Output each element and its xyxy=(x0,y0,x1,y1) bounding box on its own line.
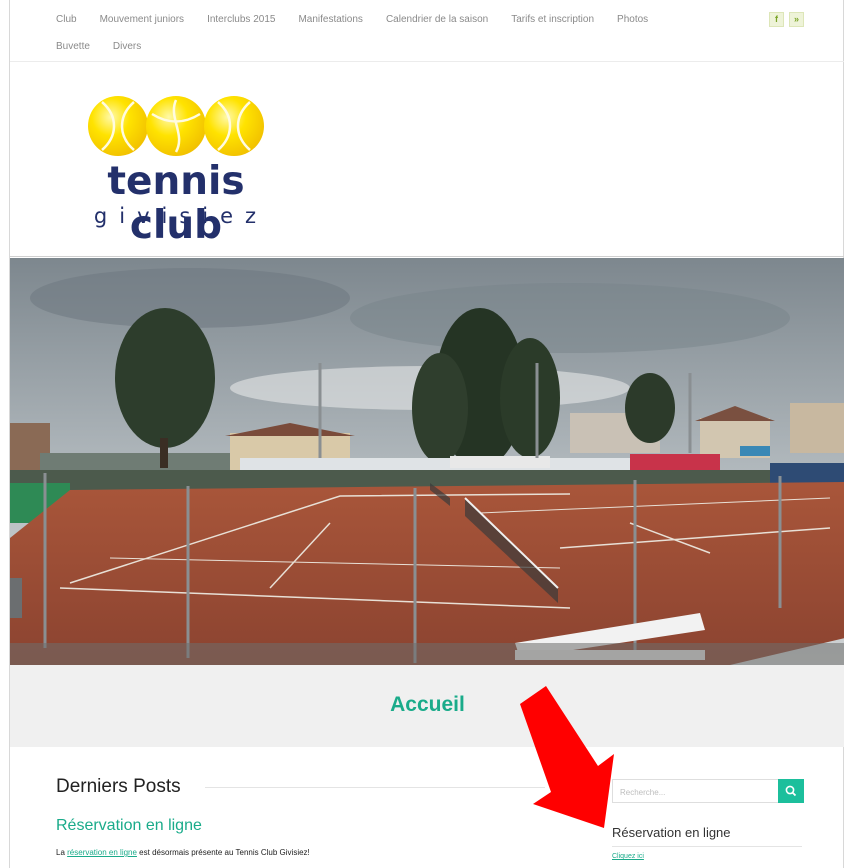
nav-item-buvette[interactable]: Buvette xyxy=(56,41,90,52)
nav-item-manifestations[interactable]: Manifestations xyxy=(298,14,362,25)
nav-item-club[interactable]: Club xyxy=(56,14,77,25)
page-title: Accueil xyxy=(390,693,465,716)
post-excerpt-text: La xyxy=(56,848,68,857)
nav-item-interclubs[interactable]: Interclubs 2015 xyxy=(207,14,275,25)
nav-item-mouvement-juniors[interactable]: Mouvement juniors xyxy=(100,14,184,25)
nav-item-calendrier[interactable]: Calendrier de la saison xyxy=(386,14,488,25)
hero-photo-illustration xyxy=(10,258,844,665)
tennis-ball-icon xyxy=(88,96,148,156)
page-title-band: Accueil xyxy=(10,665,844,747)
sidebar-widget-title: Réservation en ligne xyxy=(612,825,731,840)
facebook-icon[interactable]: f xyxy=(769,12,784,27)
sidebar-widget-link[interactable]: Cliquez ici xyxy=(612,853,644,860)
divider xyxy=(205,787,545,788)
post-excerpt: La réservation en ligne est désormais pr… xyxy=(56,848,310,857)
tennis-ball-icon xyxy=(204,96,264,156)
page-frame: Club Mouvement juniors Interclubs 2015 M… xyxy=(9,0,844,868)
post-title[interactable]: Réservation en ligne xyxy=(56,817,202,835)
nav-row-secondary: Buvette Divers xyxy=(56,41,164,52)
site-logo[interactable]: tennis club givisiez xyxy=(56,96,296,248)
divider xyxy=(612,846,802,847)
nav-row-primary: Club Mouvement juniors Interclubs 2015 M… xyxy=(56,14,671,25)
search-icon xyxy=(785,785,797,797)
header-logo-area: tennis club givisiez xyxy=(10,62,844,257)
top-navigation: Club Mouvement juniors Interclubs 2015 M… xyxy=(10,0,844,62)
posts-heading: Derniers Posts xyxy=(56,776,181,797)
search-button[interactable] xyxy=(778,779,804,803)
twitter-icon[interactable]: » xyxy=(789,12,804,27)
hero-image xyxy=(10,258,844,665)
tennis-ball-icon xyxy=(146,96,206,156)
nav-item-tarifs[interactable]: Tarifs et inscription xyxy=(511,14,594,25)
post-excerpt-text: est désormais présente au Tennis Club Gi… xyxy=(136,848,310,857)
logo-subtitle: givisiez xyxy=(93,204,269,228)
nav-item-divers[interactable]: Divers xyxy=(113,41,141,52)
nav-item-photos[interactable]: Photos xyxy=(617,14,648,25)
post-link[interactable]: réservation en ligne xyxy=(67,848,137,857)
search-input[interactable]: Recherche... xyxy=(612,779,779,803)
